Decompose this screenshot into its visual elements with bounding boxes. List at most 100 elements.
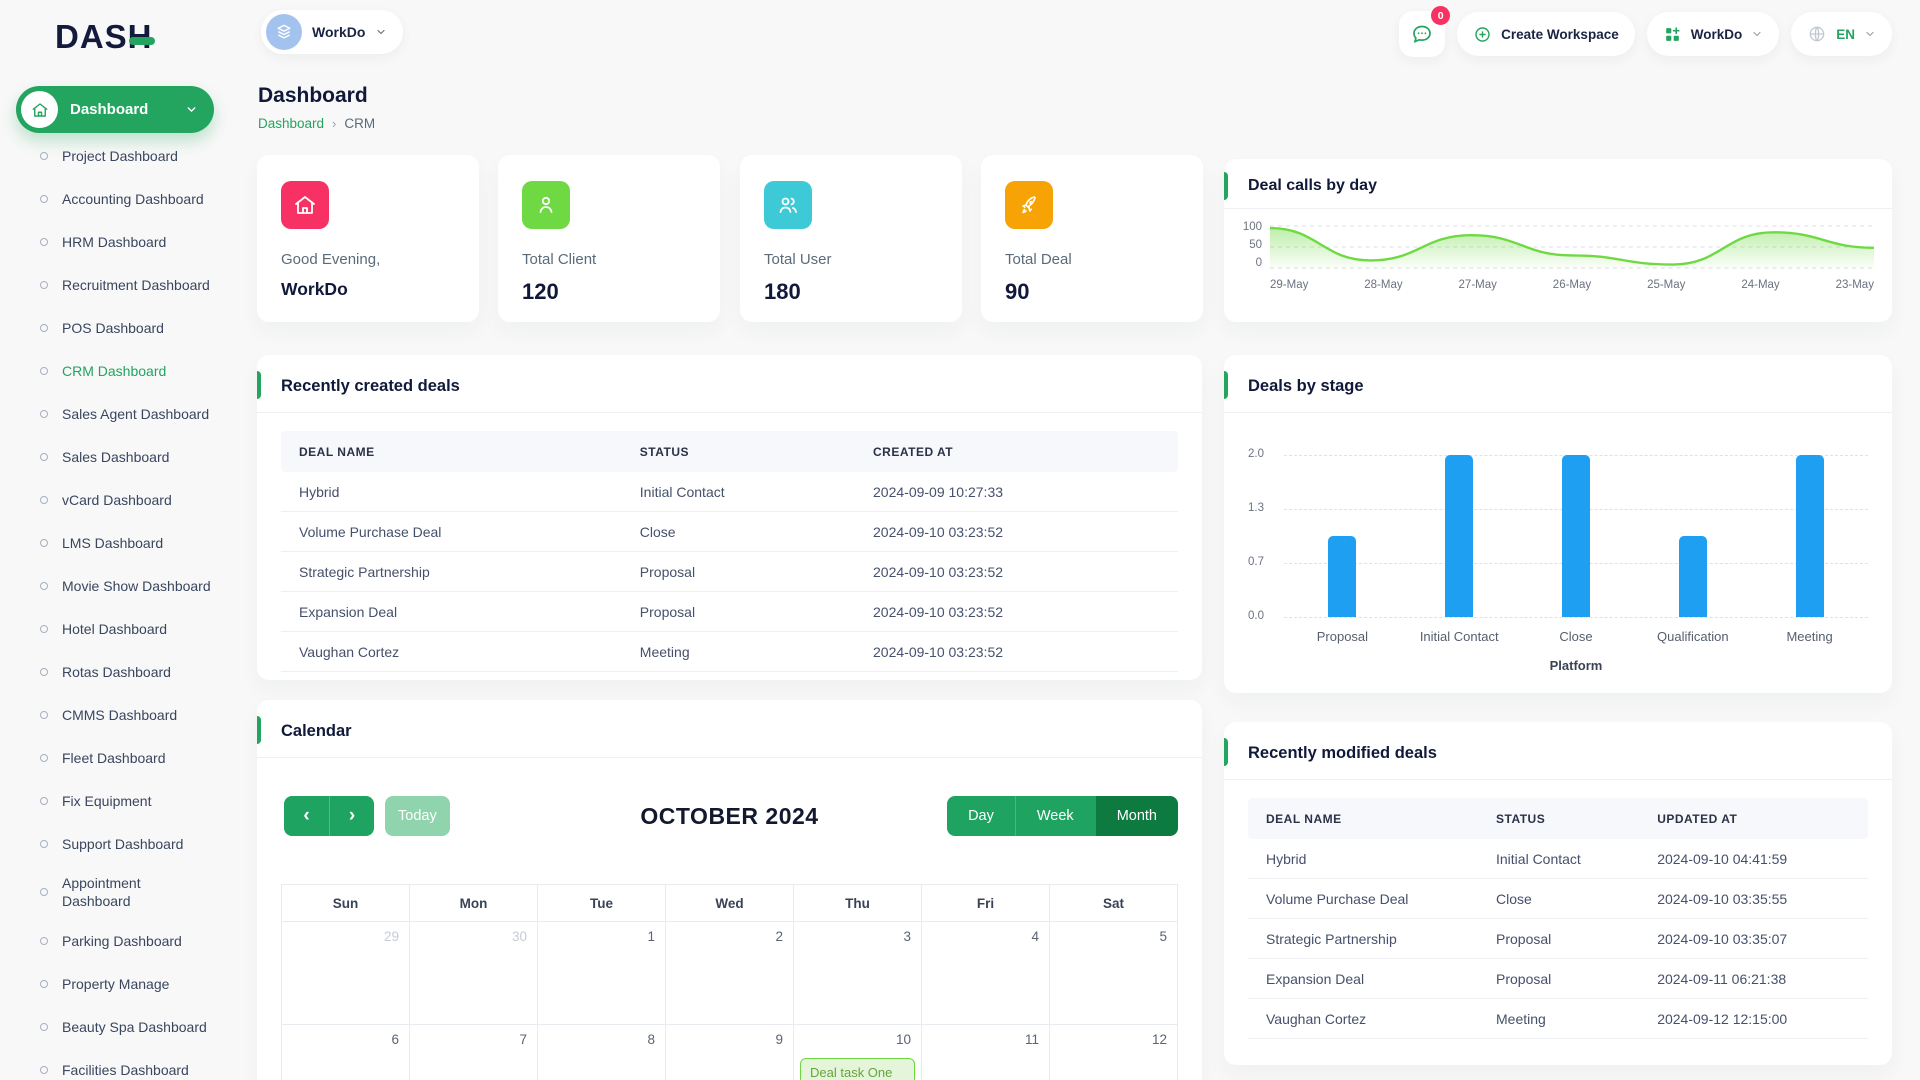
calendar-view-button[interactable]: Month (1095, 796, 1178, 836)
calendar-weekday-header: Wed (666, 885, 793, 921)
stat-card-total-deal: Total Deal 90 (981, 155, 1203, 322)
sidebar-item[interactable]: Sales Dashboard (16, 435, 246, 478)
sidebar-item[interactable]: vCard Dashboard (16, 478, 246, 521)
calendar-day-number: 7 (519, 1032, 527, 1047)
sidebar-item[interactable]: Fix Equipment (16, 779, 246, 822)
recently-modified-deals-card: Recently modified deals DEAL NAMESTATUSU… (1224, 722, 1892, 1065)
calendar-day-number: 11 (1025, 1032, 1039, 1047)
sidebar-group-dashboard[interactable]: Dashboard (16, 86, 214, 133)
sidebar-item[interactable]: Rotas Dashboard (16, 650, 246, 693)
y-axis-labels: 100500 (1232, 221, 1262, 269)
sidebar-item[interactable]: Beauty Spa Dashboard (16, 1005, 246, 1048)
label: 0.0 (1248, 610, 1264, 622)
calendar-day-cell[interactable]: 4 (922, 922, 1049, 1024)
circle-bullet-icon (40, 937, 48, 945)
calendar-weekday-header: Sat (1050, 885, 1177, 921)
calendar-day-number: 6 (391, 1032, 399, 1047)
calendar-day-number: 1 (647, 929, 655, 944)
sidebar-item[interactable]: Facilities Dashboard (16, 1048, 246, 1080)
sidebar-item[interactable]: Movie Show Dashboard (16, 564, 246, 607)
label: 25-May (1647, 279, 1685, 291)
area-chart-plot (1270, 221, 1874, 273)
rocket-icon (1017, 193, 1041, 217)
sidebar-item[interactable]: Hotel Dashboard (16, 607, 246, 650)
deal-date-cell: 2024-09-10 03:35:55 (1657, 891, 1868, 907)
sidebar-item[interactable]: Parking Dashboard (16, 919, 246, 962)
calendar-day-cell[interactable]: 11 (922, 1025, 1049, 1080)
stage-bar-slot (1518, 455, 1635, 617)
stat-card-total-client: Total Client 120 (498, 155, 720, 322)
globe-icon (1807, 24, 1827, 44)
stat-value: 180 (764, 279, 962, 305)
table-row[interactable]: Strategic Partnership Proposal 2024-09-1… (281, 552, 1178, 592)
label: STATUS (1496, 812, 1657, 826)
circle-bullet-icon (40, 1023, 48, 1031)
label: 23-May (1836, 279, 1874, 291)
sidebar-item[interactable]: POS Dashboard (16, 306, 246, 349)
calendar-day-cell[interactable]: 1 (538, 922, 665, 1024)
label: Qualification (1634, 629, 1751, 644)
calendar-day-cell[interactable]: 2 (666, 922, 793, 1024)
calendar-event[interactable]: Deal task One (800, 1058, 915, 1080)
table-row[interactable]: Hybrid Initial Contact 2024-09-10 04:41:… (1248, 839, 1868, 879)
calendar-day-cell[interactable]: 7 (410, 1025, 537, 1080)
sidebar-item[interactable]: Support Dashboard (16, 822, 246, 865)
sidebar-item[interactable]: CRM Dashboard (16, 349, 246, 392)
sidebar-item[interactable]: Recruitment Dashboard (16, 263, 246, 306)
card-title: Calendar (257, 700, 1202, 758)
workspace-name: WorkDo (312, 24, 365, 40)
table-row[interactable]: Hybrid Initial Contact 2024-09-09 10:27:… (281, 472, 1178, 512)
sidebar-item[interactable]: Project Dashboard (16, 134, 246, 177)
breadcrumb-dashboard-link[interactable]: Dashboard (258, 116, 324, 131)
stat-value: 120 (522, 279, 720, 305)
language-menu-button[interactable]: EN (1791, 12, 1892, 56)
sidebar-item[interactable]: HRM Dashboard (16, 220, 246, 263)
account-menu-button[interactable]: WorkDo (1647, 12, 1780, 56)
table-header-row: DEAL NAMESTATUSUPDATED AT (1248, 798, 1868, 839)
create-workspace-button[interactable]: Create Workspace (1457, 12, 1635, 56)
calendar-day-cell[interactable]: 10 Deal task One (794, 1025, 921, 1080)
table-row[interactable]: Volume Purchase Deal Close 2024-09-10 03… (281, 512, 1178, 552)
sidebar-item[interactable]: Fleet Dashboard (16, 736, 246, 779)
calendar-day-cell[interactable]: 8 (538, 1025, 665, 1080)
deal-name-cell: Volume Purchase Deal (281, 524, 640, 540)
workspace-selector[interactable]: WorkDo (261, 10, 403, 54)
deal-date-cell: 2024-09-10 03:35:07 (1657, 931, 1868, 947)
calendar-day-cell[interactable]: 12 (1050, 1025, 1177, 1080)
calendar-day-cell[interactable]: 5 (1050, 922, 1177, 1024)
table-row[interactable]: Strategic Partnership Proposal 2024-09-1… (1248, 919, 1868, 959)
table-row[interactable]: Volume Purchase Deal Close 2024-09-10 03… (1248, 879, 1868, 919)
sidebar-item[interactable]: Accounting Dashboard (16, 177, 246, 220)
brand-logo[interactable]: DASH (55, 18, 155, 56)
label: DEAL NAME (1248, 812, 1496, 826)
sidebar-item[interactable]: LMS Dashboard (16, 521, 246, 564)
calendar-day-number: 10 (896, 1032, 911, 1047)
calendar-view-button[interactable]: Week (1015, 796, 1095, 836)
messages-button[interactable]: 0 (1399, 11, 1445, 57)
sidebar-item[interactable]: Sales Agent Dashboard (16, 392, 246, 435)
workspace-avatar (266, 14, 302, 50)
sidebar-item[interactable]: Appointment Dashboard (16, 865, 246, 919)
calendar-day-cell[interactable]: 30 (410, 922, 537, 1024)
deal-status-cell: Initial Contact (1496, 851, 1657, 867)
sidebar-item[interactable]: Property Manage (16, 962, 246, 1005)
stat-card-total-user: Total User 180 (740, 155, 962, 322)
calendar-day-number: 29 (384, 929, 399, 944)
calendar-view-button[interactable]: Day (947, 796, 1015, 836)
table-row[interactable]: Vaughan Cortez Meeting 2024-09-12 12:15:… (1248, 999, 1868, 1039)
chevron-down-icon (1751, 28, 1763, 40)
calendar-day-cell[interactable]: 6 (282, 1025, 409, 1080)
circle-bullet-icon (40, 668, 48, 676)
circle-bullet-icon (40, 625, 48, 633)
table-row[interactable]: Expansion Deal Proposal 2024-09-11 06:21… (1248, 959, 1868, 999)
calendar-day-cell[interactable]: 29 (282, 922, 409, 1024)
table-row[interactable]: Expansion Deal Proposal 2024-09-10 03:23… (281, 592, 1178, 632)
calendar-day-number: 30 (512, 929, 527, 944)
deal-date-cell: 2024-09-09 10:27:33 (873, 484, 1178, 500)
sidebar-item[interactable]: CMMS Dashboard (16, 693, 246, 736)
circle-bullet-icon (40, 840, 48, 848)
table-row[interactable]: Vaughan Cortez Meeting 2024-09-10 03:23:… (281, 632, 1178, 672)
deal-calls-chart: 100500 (1232, 221, 1874, 273)
calendar-day-cell[interactable]: 9 (666, 1025, 793, 1080)
calendar-day-cell[interactable]: 3 (794, 922, 921, 1024)
